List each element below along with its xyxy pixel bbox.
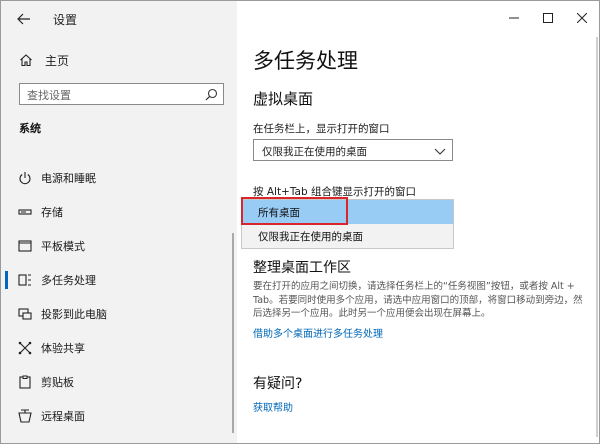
annotation-highlight-box (241, 197, 348, 225)
back-button[interactable] (13, 8, 35, 30)
window-controls (497, 1, 599, 35)
tablet-mode-icon (18, 240, 32, 252)
virtual-desktops-heading: 虚拟桌面 (253, 90, 314, 108)
get-help-link[interactable]: 获取帮助 (253, 399, 293, 414)
chevron-down-icon (434, 148, 446, 155)
sidebar-item-label: 存储 (41, 206, 63, 219)
sidebar-item-shared-experiences[interactable]: 体验共享 (1, 335, 237, 361)
sidebar-item-storage[interactable]: 存储 (1, 199, 237, 225)
home-icon (20, 54, 32, 67)
sidebar-scrollbar[interactable] (232, 233, 234, 433)
home-nav-item[interactable]: 主页 (1, 49, 237, 73)
project-icon (18, 308, 32, 320)
page-title: 多任务处理 (253, 49, 358, 73)
minimize-button[interactable] (497, 1, 531, 35)
clipboard-icon (19, 375, 31, 389)
sidebar-item-power-sleep[interactable]: 电源和睡眠 (1, 165, 237, 191)
taskbar-windows-select[interactable]: 仅限我正在使用的桌面 (253, 139, 453, 161)
sidebar-item-label: 远程桌面 (41, 410, 85, 423)
sidebar-item-label: 投影到此电脑 (41, 308, 107, 321)
main-scrollbar[interactable] (596, 37, 598, 437)
title-bar-left: 设置 (1, 1, 237, 37)
arrange-description: 要在打开的应用之间切换，请选择任务栏上的“任务视图”按钮，或者按 Alt + T… (253, 281, 583, 319)
arrange-heading: 整理桌面工作区 (253, 260, 351, 276)
power-icon (19, 172, 31, 185)
close-icon (577, 13, 587, 23)
back-arrow-icon (17, 13, 30, 25)
remote-desktop-icon (18, 409, 32, 423)
dropdown-option-current-desktop[interactable]: 仅限我正在使用的桌面 (242, 224, 453, 248)
settings-window: 设置 主页 系统 电源和睡眠 (0, 0, 600, 444)
multitask-desktops-link[interactable]: 借助多个桌面进行多任务处理 (253, 325, 383, 340)
sidebar-item-label: 多任务处理 (41, 274, 96, 287)
taskbar-windows-label: 在任务栏上，显示打开的窗口 (253, 123, 390, 135)
maximize-icon (543, 13, 553, 23)
section-label-system: 系统 (19, 122, 41, 135)
maximize-button[interactable] (531, 1, 565, 35)
select-value: 仅限我正在使用的桌面 (262, 146, 367, 158)
main-content: 多任务处理 虚拟桌面 在任务栏上，显示打开的窗口 仅限我正在使用的桌面 按 Al… (237, 1, 599, 443)
search-icon[interactable] (205, 88, 218, 101)
active-indicator (5, 271, 8, 289)
sidebar: 设置 主页 系统 电源和睡眠 (1, 1, 237, 443)
sidebar-item-remote-desktop[interactable]: 远程桌面 (1, 403, 237, 429)
sidebar-item-project[interactable]: 投影到此电脑 (1, 301, 237, 327)
sidebar-item-clipboard[interactable]: 剪贴板 (1, 369, 237, 395)
app-title: 设置 (53, 13, 78, 27)
multitasking-icon (18, 274, 31, 286)
help-heading: 有疑问? (253, 376, 303, 392)
minimize-icon (509, 17, 519, 19)
sidebar-item-multitasking[interactable]: 多任务处理 (1, 267, 237, 293)
home-label: 主页 (45, 54, 70, 68)
sidebar-item-label: 平板模式 (41, 240, 85, 253)
storage-icon (18, 209, 32, 215)
search-input[interactable] (20, 85, 190, 106)
sidebar-item-tablet-mode[interactable]: 平板模式 (1, 233, 237, 259)
dropdown-option-label: 仅限我正在使用的桌面 (258, 231, 363, 243)
sidebar-item-label: 电源和睡眠 (41, 172, 96, 185)
shared-experiences-icon (18, 341, 32, 355)
sidebar-item-label: 体验共享 (41, 342, 85, 355)
search-box[interactable] (19, 83, 224, 106)
close-button[interactable] (565, 1, 599, 35)
sidebar-item-label: 剪贴板 (41, 376, 74, 389)
